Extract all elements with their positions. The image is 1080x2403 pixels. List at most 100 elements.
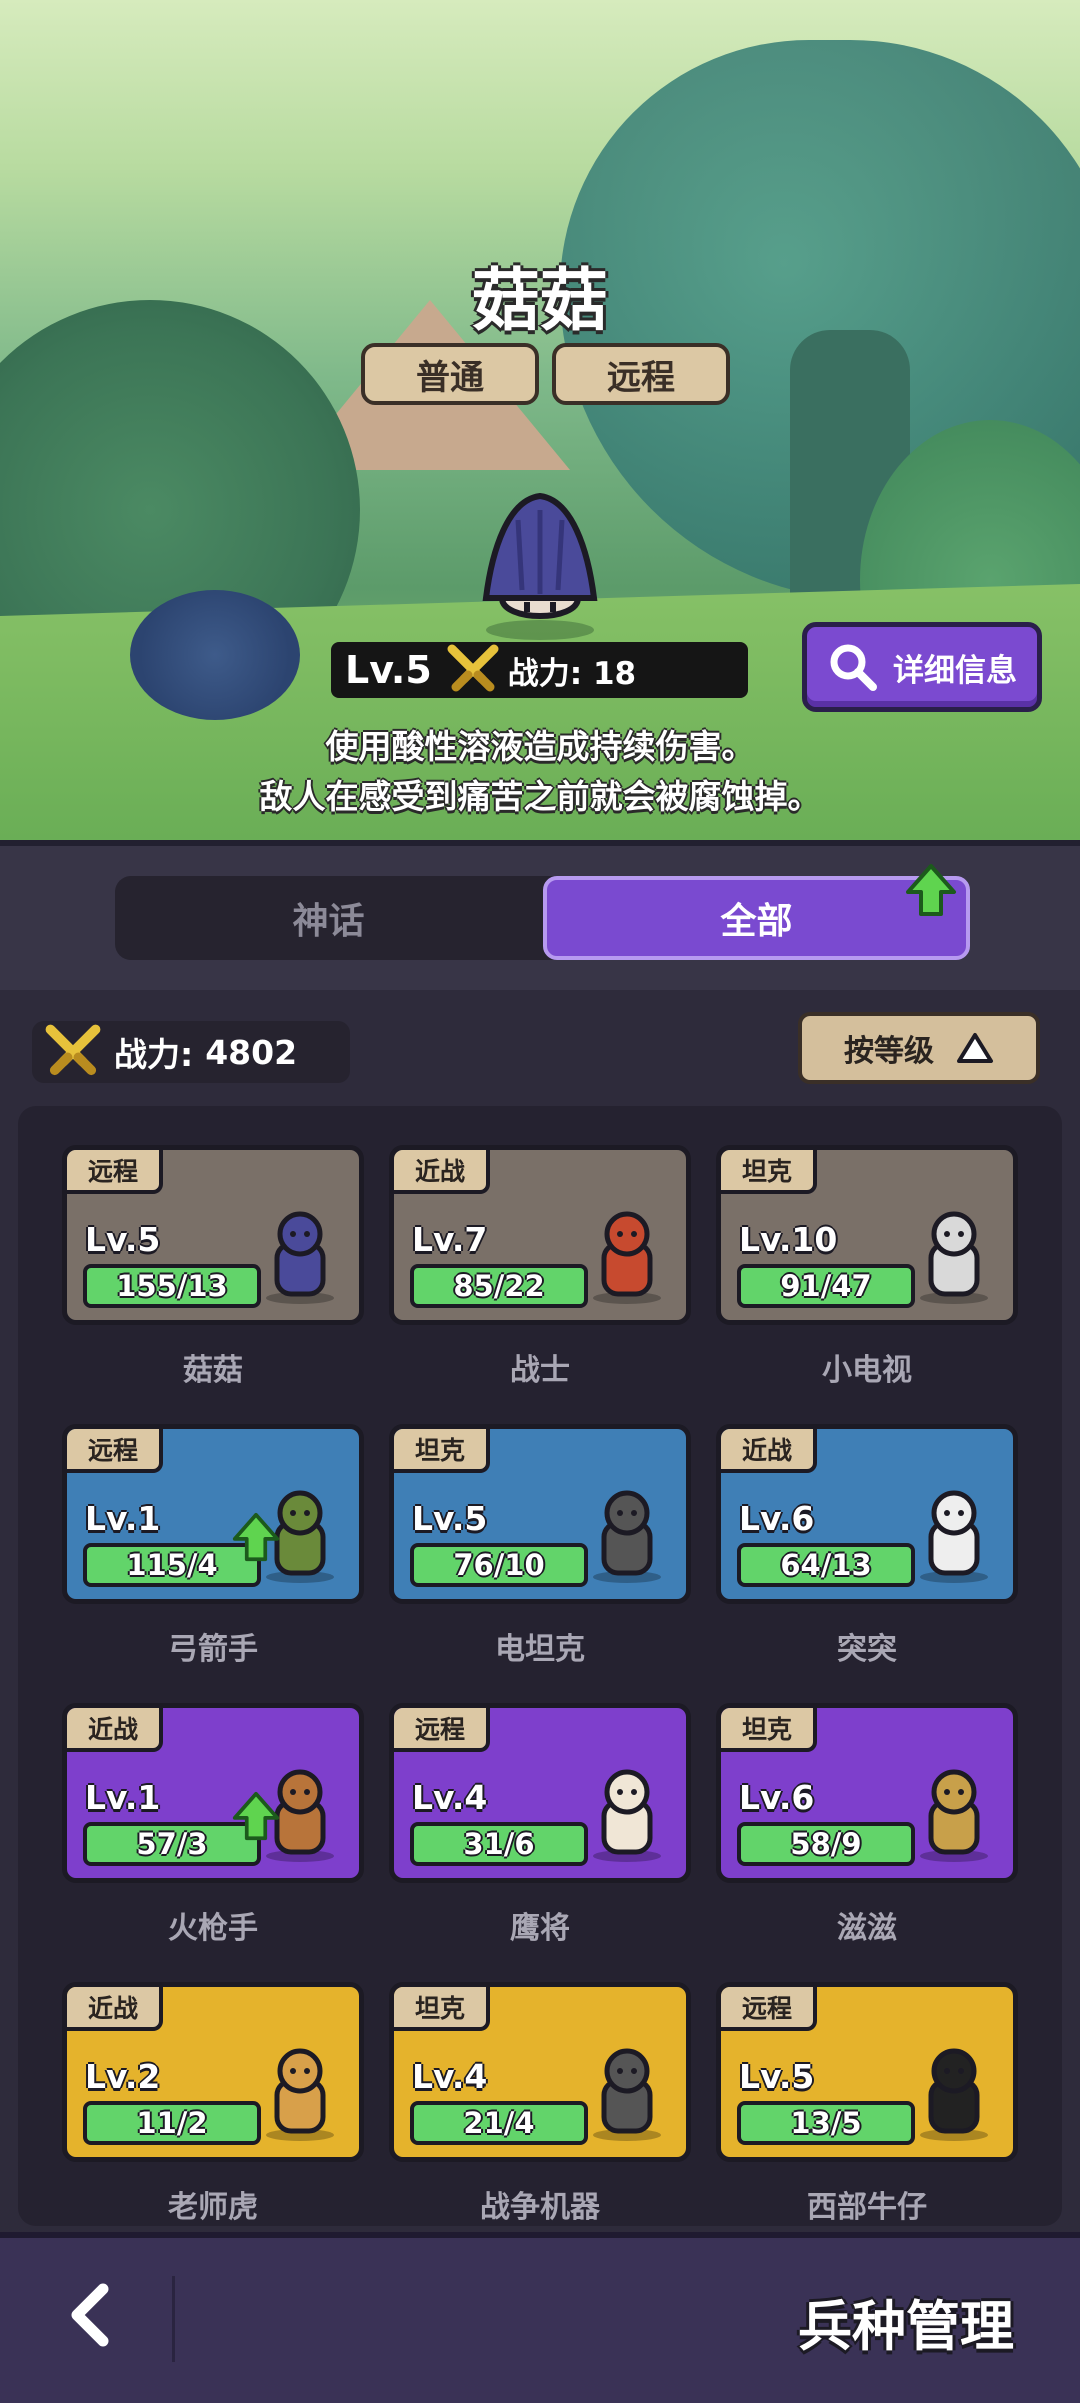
unit-level: Lv.5 xyxy=(412,1499,488,1538)
unit-name-label: 突突 xyxy=(837,1632,897,1667)
unit-level: Lv.4 xyxy=(412,2057,488,2096)
description-line-2: 敌人在感受到痛苦之前就会被腐蚀掉。 xyxy=(259,777,821,816)
unit-card-progress: 91/47 xyxy=(737,1264,915,1308)
unit-card[interactable]: 远程 Lv.1 115/4 xyxy=(62,1424,364,1604)
unit-level: Lv.1 xyxy=(85,1778,161,1817)
unit-card-progress: 11/2 xyxy=(83,2101,261,2145)
unit-type-tag: 远程 xyxy=(67,1150,163,1194)
unit-sprite-icon xyxy=(266,1211,334,1304)
unit-name-label: 菇菇 xyxy=(183,1353,243,1388)
unit-card[interactable]: 坦克 Lv.6 58/9 xyxy=(716,1703,1018,1883)
unit-sprite-icon xyxy=(920,1490,988,1583)
back-button[interactable] xyxy=(50,2270,130,2360)
unit-type-tag: 坦克 xyxy=(394,1429,490,1473)
unit-type-tag: 坦克 xyxy=(721,1708,817,1752)
unit-type-tag: 近战 xyxy=(394,1150,490,1194)
sort-by-level-button[interactable]: 按等级 xyxy=(798,1012,1040,1084)
unit-name-label: 滋滋 xyxy=(837,1911,897,1946)
unit-card[interactable]: 远程 Lv.5 13/5 xyxy=(716,1982,1018,2162)
detail-info-label: 详细信息 xyxy=(893,652,1017,689)
unit-card[interactable]: 坦克 Lv.4 21/4 xyxy=(389,1982,691,2162)
unit-name-label: 电坦克 xyxy=(495,1632,585,1667)
unit-level: Lv.4 xyxy=(412,1778,488,1817)
unit-sprite-icon xyxy=(920,1769,988,1862)
rarity-tabs: 神话 全部 xyxy=(115,876,970,960)
unit-sprite-icon xyxy=(920,1211,988,1304)
unit-level: Lv.10 xyxy=(739,1220,838,1259)
flower-background xyxy=(130,590,300,720)
sort-ascending-icon xyxy=(957,1033,993,1063)
unit-name-label: 小电视 xyxy=(822,1353,912,1388)
unit-card-progress: 21/4 xyxy=(410,2101,588,2145)
unit-card-progress: 85/22 xyxy=(410,1264,588,1308)
description-line-1: 使用酸性溶液造成持续伤害。 xyxy=(325,727,755,766)
unit-card-progress: 76/10 xyxy=(410,1543,588,1587)
unit-type-tag: 坦克 xyxy=(394,1987,490,2031)
unit-type-tag: 近战 xyxy=(67,1708,163,1752)
unit-type-tag: 坦克 xyxy=(721,1150,817,1194)
unit-name-label: 战争机器 xyxy=(480,2190,600,2225)
chevron-left-icon xyxy=(71,2283,109,2347)
unit-level: Lv.6 xyxy=(739,1499,815,1538)
mushroom-unit-sprite xyxy=(482,492,598,640)
unit-level: Lv.1 xyxy=(85,1499,161,1538)
unit-name-label: 火枪手 xyxy=(168,1911,258,1946)
unit-card[interactable]: 坦克 Lv.5 76/10 xyxy=(389,1424,691,1604)
unit-card[interactable]: 近战 Lv.6 64/13 xyxy=(716,1424,1018,1604)
unit-level: Lv.5 xyxy=(739,2057,815,2096)
unit-card-progress: 64/13 xyxy=(737,1543,915,1587)
unit-level-power-bar: Lv.5 战力: 18 xyxy=(331,642,748,698)
unit-name-label: 鹰将 xyxy=(510,1911,570,1946)
total-power-label: 战力: xyxy=(114,1035,194,1074)
unit-card-progress: 58/9 xyxy=(737,1822,915,1866)
unit-card-progress: 155/13 xyxy=(83,1264,261,1308)
unit-name-title: 菇菇 xyxy=(471,262,608,341)
total-power-display: 战力: 4802 xyxy=(32,1021,350,1083)
unit-level: Lv.2 xyxy=(85,2057,161,2096)
upgrade-arrow-icon xyxy=(232,1791,280,1841)
unit-card[interactable]: 远程 Lv.5 155/13 xyxy=(62,1145,364,1325)
unit-rarity-tag: 普通 xyxy=(361,343,539,405)
upgrade-arrow-icon xyxy=(232,1512,280,1562)
unit-type-tag: 近战 xyxy=(721,1429,817,1473)
unit-sprite-icon xyxy=(593,1490,661,1583)
unit-type-tag: 远程 xyxy=(394,1708,490,1752)
unit-card-progress: 13/5 xyxy=(737,2101,915,2145)
unit-level: Lv.6 xyxy=(739,1778,815,1817)
unit-card[interactable]: 近战 Lv.2 11/2 xyxy=(62,1982,364,2162)
total-power-value: 4802 xyxy=(205,1032,298,1072)
unit-card[interactable]: 近战 Lv.7 85/22 xyxy=(389,1145,691,1325)
crossed-swords-icon xyxy=(45,1024,101,1076)
unit-name-label: 西部牛仔 xyxy=(807,2190,927,2225)
unit-sprite-icon xyxy=(920,2048,988,2141)
unit-sprite-icon xyxy=(593,2048,661,2141)
unit-card[interactable]: 近战 Lv.1 57/3 xyxy=(62,1703,364,1883)
page-title: 兵种管理 xyxy=(798,2295,1014,2358)
crossed-swords-icon xyxy=(447,644,499,692)
unit-level: Lv.5 xyxy=(85,1220,161,1259)
hero-banner xyxy=(0,0,1080,840)
upgrade-arrow-icon xyxy=(906,864,956,916)
bottom-bar-divider xyxy=(172,2276,175,2362)
unit-type-tag: 远程 xyxy=(552,343,730,405)
unit-level: Lv.5 xyxy=(345,648,432,692)
unit-type-tag: 远程 xyxy=(721,1987,817,2031)
unit-name-label: 战士 xyxy=(510,1353,570,1388)
unit-type-tag: 远程 xyxy=(67,1429,163,1473)
unit-sprite-icon xyxy=(266,2048,334,2141)
tab-mythic[interactable]: 神话 xyxy=(115,876,542,960)
detail-info-button[interactable]: 详细信息 xyxy=(802,622,1042,712)
unit-level: Lv.7 xyxy=(412,1220,488,1259)
unit-name-label: 弓箭手 xyxy=(168,1632,258,1667)
unit-card[interactable]: 远程 Lv.4 31/6 xyxy=(389,1703,691,1883)
unit-card[interactable]: 坦克 Lv.10 91/47 xyxy=(716,1145,1018,1325)
unit-description: 使用酸性溶液造成持续伤害。 敌人在感受到痛苦之前就会被腐蚀掉。 xyxy=(0,722,1080,822)
unit-sprite-icon xyxy=(593,1769,661,1862)
search-icon xyxy=(830,644,877,691)
unit-card-progress: 31/6 xyxy=(410,1822,588,1866)
sort-label: 按等级 xyxy=(844,1034,934,1069)
unit-name-label: 老师虎 xyxy=(168,2190,258,2225)
unit-type-tag: 近战 xyxy=(67,1987,163,2031)
unit-sprite-icon xyxy=(593,1211,661,1304)
unit-power: 战力: 18 xyxy=(507,655,637,692)
